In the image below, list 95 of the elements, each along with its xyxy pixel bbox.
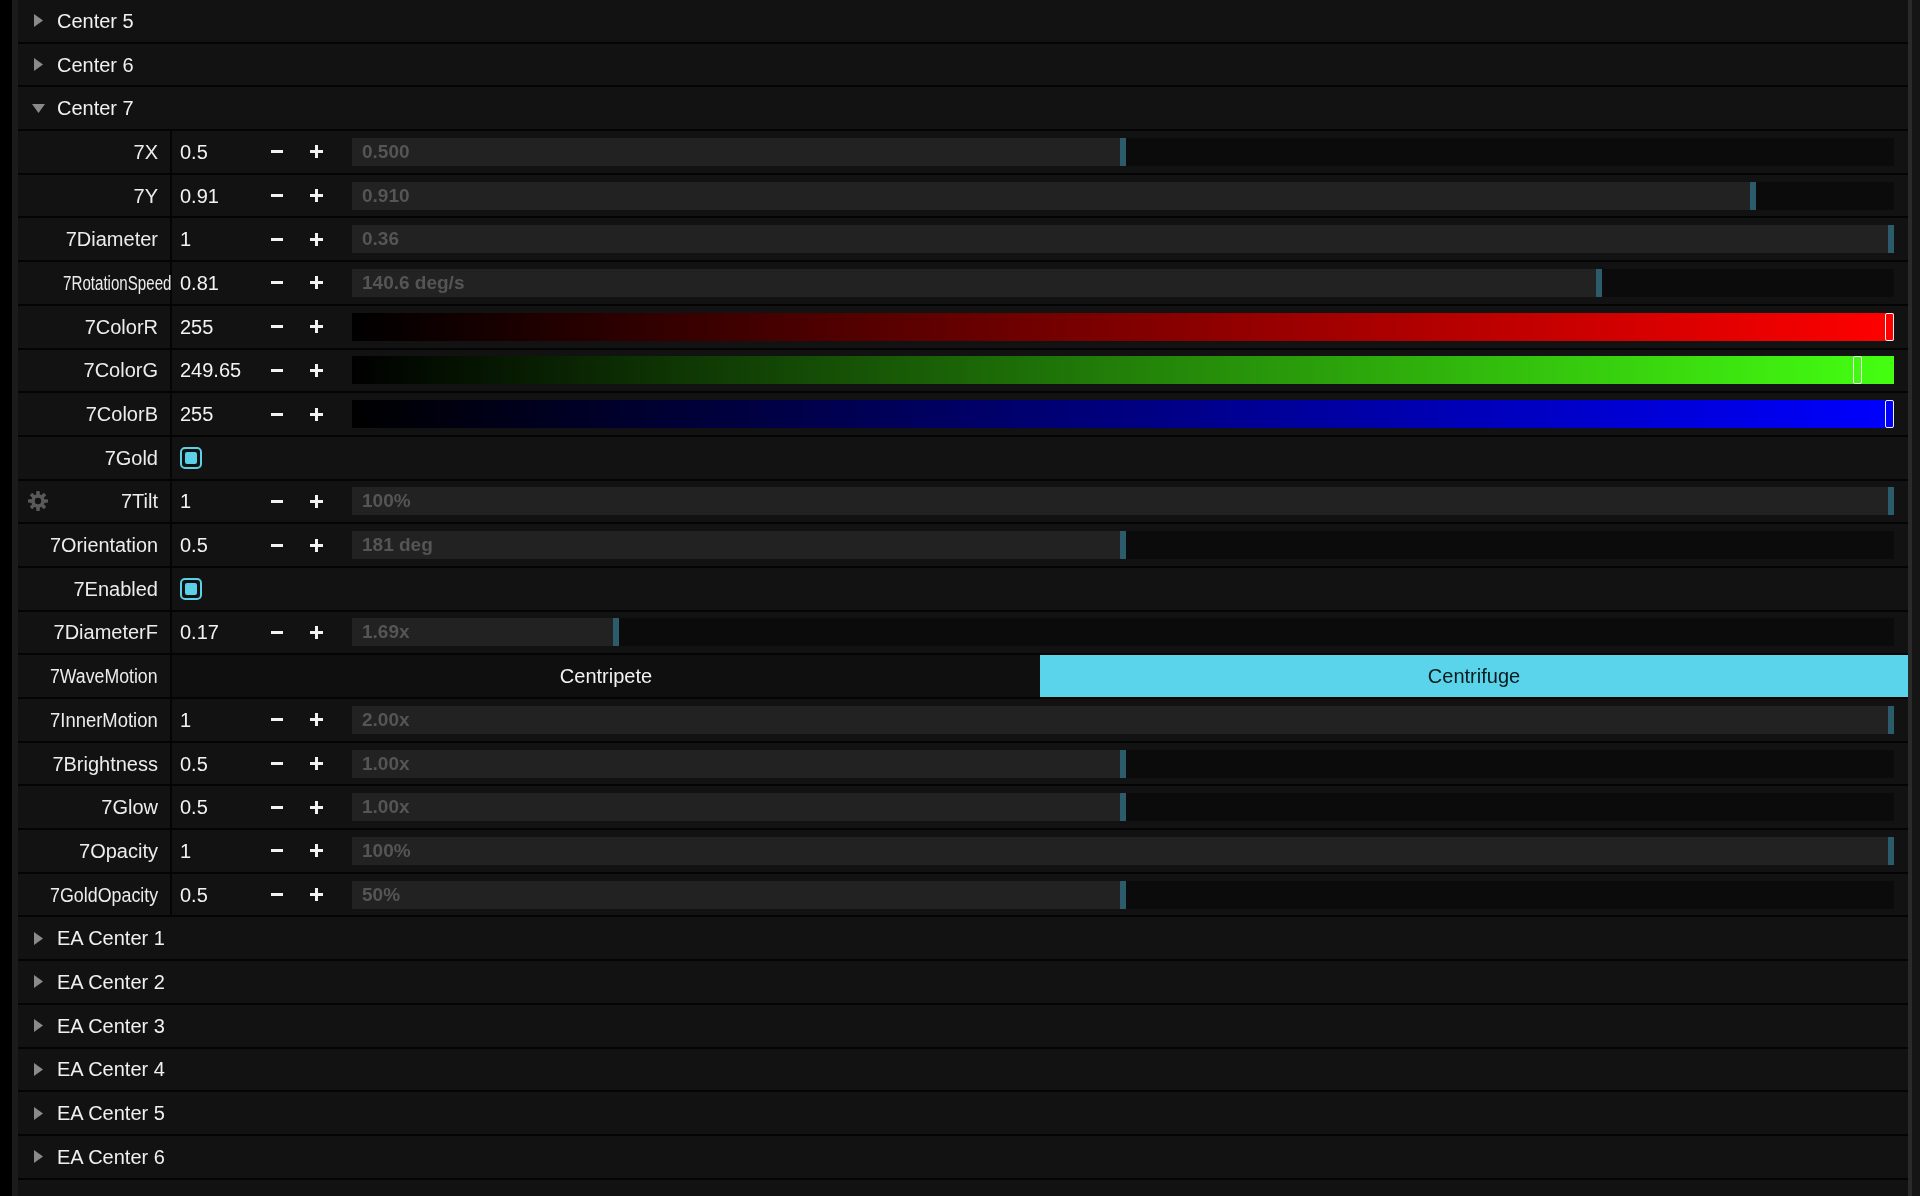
parameter-value: 249.65 — [180, 358, 242, 383]
minus-icon — [271, 194, 283, 198]
parameter-label: 7Enabled — [73, 576, 158, 601]
parameter-value: 0.5 — [180, 533, 208, 558]
parameter-label: 7DiameterF — [53, 620, 158, 645]
parameter-value: 1 — [180, 707, 192, 732]
parameter-label: 7Gold — [104, 445, 158, 470]
minus-icon — [271, 412, 283, 416]
plus-icon — [309, 538, 323, 552]
slider-handle[interactable] — [1888, 487, 1894, 516]
plus-icon — [309, 494, 323, 508]
slider-handle[interactable] — [1120, 749, 1126, 778]
group-header[interactable]: EA Center 4 — [18, 1048, 1908, 1091]
minus-icon — [271, 543, 283, 547]
slider-handle[interactable] — [1749, 181, 1756, 210]
slider-handle[interactable] — [1888, 705, 1894, 734]
group-header[interactable]: Center 6 — [18, 43, 1908, 86]
checkbox[interactable] — [180, 446, 202, 469]
parameter-label: 7Orientation — [50, 533, 158, 558]
minus-icon — [271, 150, 283, 154]
slider-handle[interactable] — [1120, 531, 1126, 560]
plus-icon — [309, 844, 323, 858]
minus-icon — [271, 368, 283, 372]
parameter-value: 0.5 — [180, 795, 208, 820]
plus-icon — [309, 276, 323, 290]
parameter-label: 7RotationSpeed — [63, 270, 172, 295]
minus-icon — [271, 762, 283, 766]
plus-icon — [309, 625, 323, 639]
slider-handle[interactable] — [1120, 880, 1126, 909]
parameter-label: 7Tilt — [120, 489, 158, 514]
minus-icon — [271, 718, 283, 722]
plus-icon — [309, 145, 323, 159]
plus-icon — [309, 757, 323, 771]
plus-icon — [309, 320, 323, 334]
segment-option[interactable]: Centrifuge — [1040, 655, 1908, 697]
parameter-label: 7ColorR — [84, 314, 158, 339]
plus-icon — [309, 888, 323, 902]
gear-icon[interactable] — [28, 491, 48, 512]
group-header[interactable]: EA Center 5 — [18, 1092, 1908, 1134]
parameter-label: 7InnerMotion — [50, 707, 158, 732]
plus-icon — [309, 713, 323, 727]
plus-icon — [309, 363, 323, 377]
checkbox[interactable] — [180, 577, 202, 600]
parameter-value: 1 — [180, 227, 192, 252]
parameter-value: 0.5 — [180, 751, 208, 776]
group-header[interactable]: Center 7 — [18, 87, 1908, 130]
slider-handle[interactable] — [613, 618, 620, 647]
plus-icon — [309, 407, 323, 421]
minus-icon — [271, 237, 283, 241]
parameter-label: 7ColorG — [83, 358, 158, 383]
parameter-label: 7WaveMotion — [50, 664, 158, 689]
plus-icon — [309, 189, 323, 203]
parameter-value: 0.5 — [180, 139, 208, 164]
slider-handle[interactable] — [1885, 400, 1894, 429]
parameter-label: 7Y — [133, 183, 158, 208]
parameter-value: 1 — [180, 838, 192, 863]
slider-handle[interactable] — [1888, 225, 1894, 254]
minus-icon — [271, 805, 283, 809]
parameter-label: 7Glow — [101, 795, 158, 820]
slider-handle[interactable] — [1120, 793, 1126, 822]
minus-icon — [271, 630, 283, 634]
plus-icon — [309, 800, 323, 814]
plus-icon — [309, 232, 323, 246]
group-header[interactable]: EA Center 3 — [18, 1004, 1908, 1047]
color-gradient-track[interactable] — [352, 356, 1894, 385]
group-header[interactable]: EA Center 1 — [18, 917, 1908, 960]
parameter-label: 7ColorB — [85, 402, 158, 427]
minus-icon — [271, 893, 283, 897]
parameter-label: 7Brightness — [52, 751, 158, 776]
color-gradient-track[interactable] — [352, 312, 1894, 341]
slider-handle[interactable] — [1885, 312, 1894, 341]
slider-handle[interactable] — [1120, 137, 1126, 166]
parameter-value: 0.5 — [180, 882, 208, 907]
slider-handle[interactable] — [1596, 268, 1603, 297]
group-header[interactable]: EA Center 2 — [18, 961, 1908, 1003]
parameter-label: 7GoldOpacity — [49, 882, 158, 907]
slider-handle[interactable] — [1888, 836, 1894, 865]
slider-handle[interactable] — [1852, 356, 1862, 385]
parameter-value: 0.91 — [180, 183, 219, 208]
scrollbar[interactable] — [1908, 0, 1920, 1196]
minus-icon — [271, 281, 283, 285]
minus-icon — [271, 849, 283, 853]
minus-icon — [271, 499, 283, 503]
parameter-value: 0.17 — [180, 620, 219, 645]
parameter-value: 255 — [180, 314, 214, 339]
minus-icon — [271, 325, 283, 329]
parameter-value: 0.81 — [180, 270, 219, 295]
parameter-value: 255 — [180, 402, 214, 427]
parameter-label: 7X — [133, 139, 158, 164]
color-gradient-track[interactable] — [352, 400, 1894, 429]
parameter-label: 7Diameter — [65, 227, 158, 252]
parameter-value: 1 — [180, 489, 192, 514]
parameter-label: 7Opacity — [79, 838, 158, 863]
group-header[interactable]: Center 5 — [18, 0, 1908, 42]
group-header[interactable]: EA Center 6 — [18, 1135, 1908, 1178]
